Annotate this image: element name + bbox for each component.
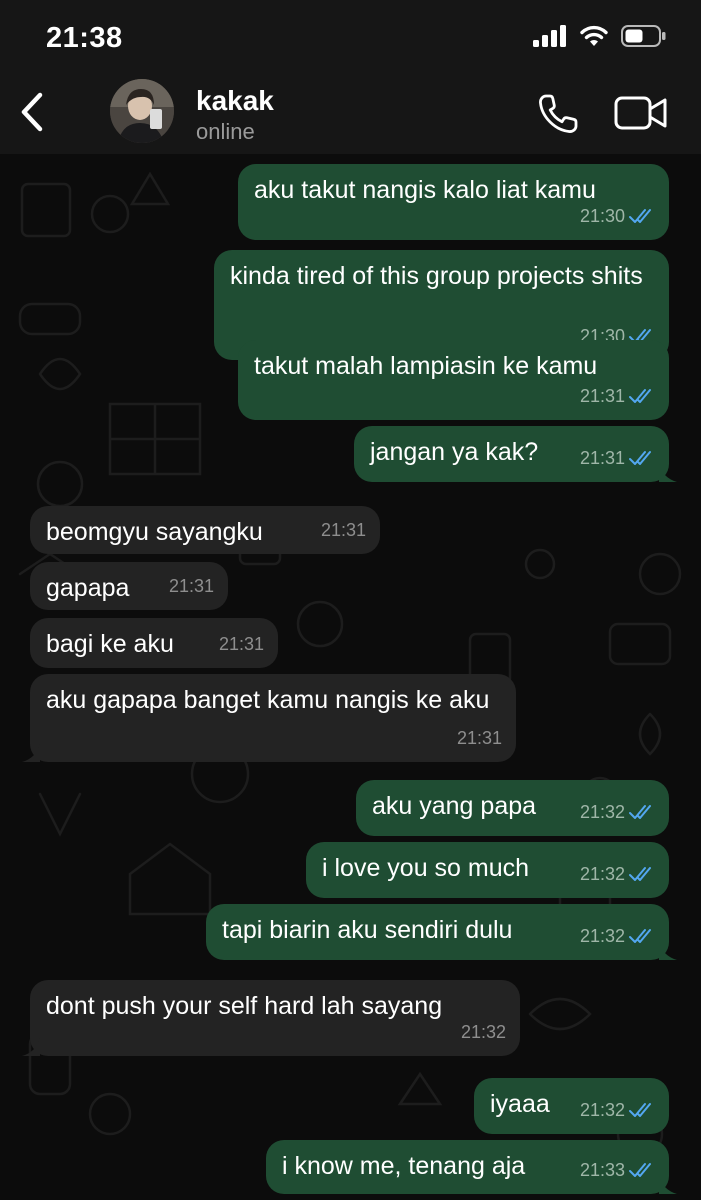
message-time: 21:31 (168, 576, 214, 596)
message-meta: 21:32 (580, 1094, 655, 1126)
double-check-icon (629, 451, 651, 465)
message-bubble[interactable]: aku takut nangis kalo liat kamu 21:30 (238, 164, 669, 240)
message-meta: 21:31 (321, 514, 366, 546)
message-time: 21:30 (579, 206, 625, 226)
message-time: 21:32 (579, 864, 625, 884)
message-bubble[interactable]: aku yang papa 21:32 (356, 780, 669, 836)
wifi-icon (580, 25, 608, 46)
message-bubble[interactable]: i know me, tenang aja 21:33 (266, 1140, 677, 1194)
contact-presence: online (196, 119, 255, 144)
voice-call-button[interactable] (536, 92, 580, 136)
message-meta: 21:31 (169, 570, 214, 602)
bubble-tail (659, 942, 677, 960)
message-time: 21:32 (579, 1100, 625, 1120)
bubble-tail (22, 744, 40, 762)
message-meta: 21:32 (580, 920, 655, 952)
double-check-icon (629, 209, 651, 223)
message-bubble[interactable]: beomgyu sayangku 21:31 (30, 506, 380, 554)
message-meta: 21:32 (580, 796, 655, 828)
battery-icon (621, 25, 666, 47)
double-check-icon (629, 1163, 651, 1177)
message-text: takut malah lampiasin ke kamu (254, 352, 598, 380)
message-bubble[interactable]: tapi biarin aku sendiri dulu 21:32 (206, 904, 677, 960)
contact-name[interactable]: kakak (196, 85, 274, 117)
message-time: 21:32 (579, 926, 625, 946)
message-meta: 21:30 (580, 200, 655, 232)
bubble-tail (659, 1176, 677, 1194)
double-check-icon (629, 867, 651, 881)
message-bubble[interactable]: dont push your self hard lah sayang 21:3… (22, 980, 520, 1056)
message-meta: 21:33 (580, 1154, 655, 1186)
message-meta: 21:31 (457, 722, 502, 754)
message-meta: 21:31 (580, 380, 655, 412)
message-time: 21:33 (579, 1160, 625, 1180)
double-check-icon (629, 389, 651, 403)
chat-header: kakak online (0, 70, 701, 154)
bubble-tail (22, 1038, 40, 1056)
message-time: 21:31 (579, 386, 625, 406)
message-text: kinda tired of this group projects shits (230, 262, 643, 290)
status-time: 21:38 (46, 22, 123, 54)
message-time: 21:32 (579, 802, 625, 822)
message-time: 21:31 (218, 634, 264, 654)
video-camera-icon (614, 96, 667, 130)
signal-icon (533, 25, 566, 47)
bubble-tail (659, 464, 677, 482)
message-meta: 21:32 (580, 858, 655, 890)
message-text: dont push your self hard lah sayang (46, 992, 443, 1020)
message-bubble[interactable]: bagi ke aku 21:31 (30, 618, 278, 668)
status-icons (533, 24, 667, 48)
message-meta: 21:32 (461, 1016, 506, 1048)
message-bubble[interactable]: takut malah lampiasin ke kamu 21:31 (238, 340, 669, 420)
back-button[interactable] (14, 90, 50, 134)
message-bubble[interactable]: jangan ya kak? 21:31 (354, 426, 677, 482)
message-text: aku gapapa banget kamu nangis ke aku (46, 686, 490, 714)
status-bar: 21:38 (0, 0, 701, 70)
message-bubble[interactable]: i love you so much 21:32 (306, 842, 669, 898)
message-meta: 21:31 (580, 442, 655, 474)
message-time: 21:31 (456, 728, 502, 748)
message-bubble[interactable]: aku gapapa banget kamu nangis ke aku 21:… (22, 674, 516, 762)
message-list[interactable]: aku takut nangis kalo liat kamu 21:30 ki… (0, 154, 701, 1200)
message-time: 21:31 (320, 520, 366, 540)
message-bubble[interactable]: iyaaa 21:32 (474, 1078, 669, 1134)
message-text: beomgyu sayangku (46, 518, 263, 546)
double-check-icon (629, 929, 651, 943)
message-meta: 21:31 (219, 628, 264, 660)
message-bubble[interactable]: gapapa 21:31 (30, 562, 228, 610)
avatar[interactable] (110, 79, 174, 143)
double-check-icon (629, 805, 651, 819)
phone-icon (539, 94, 578, 133)
avatar-photo (110, 79, 174, 143)
message-time: 21:32 (460, 1022, 506, 1042)
chevron-left-icon (21, 92, 43, 132)
double-check-icon (629, 1103, 651, 1117)
message-time: 21:31 (579, 448, 625, 468)
video-call-button[interactable] (614, 94, 668, 132)
